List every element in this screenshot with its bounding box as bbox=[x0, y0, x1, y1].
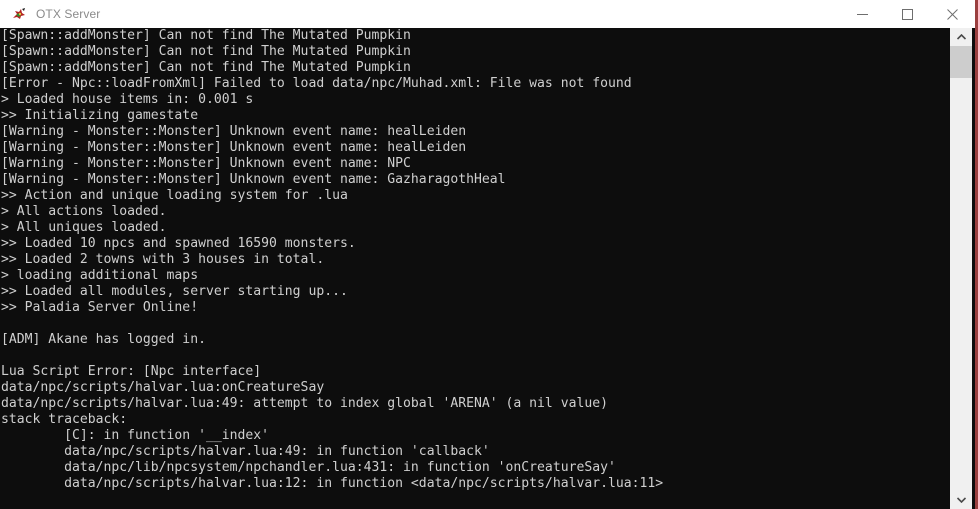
window-title: OTX Server bbox=[36, 7, 101, 21]
scroll-down-button[interactable] bbox=[950, 491, 972, 509]
console-line: >> Loaded 10 npcs and spawned 16590 mons… bbox=[1, 236, 356, 251]
console-line: [Spawn::addMonster] Can not find The Mut… bbox=[1, 60, 411, 75]
console-line: Lua Script Error: [Npc interface] bbox=[1, 364, 262, 379]
console-line: >> Paladia Server Online! bbox=[1, 300, 199, 315]
console-line: data/npc/scripts/halvar.lua:49: in funct… bbox=[1, 444, 490, 459]
console-line: data/npc/scripts/halvar.lua:12: in funct… bbox=[1, 476, 664, 491]
scroll-up-button[interactable] bbox=[950, 28, 972, 46]
console-line: >> Loaded 2 towns with 3 houses in total… bbox=[1, 252, 325, 267]
chevron-up-icon bbox=[956, 34, 966, 40]
console-line: stack traceback: bbox=[1, 412, 128, 427]
console-line: [Spawn::addMonster] Can not find The Mut… bbox=[1, 44, 411, 59]
otx-server-icon bbox=[11, 6, 27, 22]
console-line: > loading additional maps bbox=[1, 268, 199, 283]
console-line: [Error - Npc::loadFromXml] Failed to loa… bbox=[1, 76, 632, 91]
console-line: > All uniques loaded. bbox=[1, 220, 167, 235]
minimize-icon bbox=[857, 13, 868, 15]
console-line: [ADM] Akane has logged in. bbox=[1, 332, 206, 347]
close-button[interactable] bbox=[930, 0, 975, 28]
console-output[interactable]: [Spawn::addMonster] Can not find The Mut… bbox=[0, 28, 953, 509]
title-bar[interactable]: OTX Server bbox=[0, 0, 975, 28]
console-line: data/npc/scripts/halvar.lua:49: attempt … bbox=[1, 396, 608, 411]
console-line: >> Initializing gamestate bbox=[1, 108, 199, 123]
close-icon bbox=[947, 8, 958, 20]
console-line: [C]: in function '__index' bbox=[1, 428, 270, 443]
otx-server-window: OTX Server [Spawn::addMonster] Can not f… bbox=[0, 0, 978, 509]
console-line: data/npc/scripts/halvar.lua:onCreatureSa… bbox=[1, 380, 325, 395]
scroll-thumb[interactable] bbox=[950, 46, 972, 78]
console-line: [Warning - Monster::Monster] Unknown eve… bbox=[1, 172, 506, 187]
scroll-track[interactable] bbox=[950, 78, 972, 491]
chevron-down-icon bbox=[956, 497, 966, 503]
console-line: > All actions loaded. bbox=[1, 204, 167, 219]
window-controls bbox=[840, 0, 975, 28]
console-line: [Warning - Monster::Monster] Unknown eve… bbox=[1, 140, 467, 155]
console-scrollbar[interactable] bbox=[950, 28, 972, 509]
console-line: > Loaded house items in: 0.001 s bbox=[1, 92, 254, 107]
console-line: >> Action and unique loading system for … bbox=[1, 188, 348, 203]
console-line: [Warning - Monster::Monster] Unknown eve… bbox=[1, 124, 467, 139]
console-line: [Warning - Monster::Monster] Unknown eve… bbox=[1, 156, 411, 171]
console-line: data/npc/lib/npcsystem/npchandler.lua:43… bbox=[1, 460, 616, 475]
console-line: [Spawn::addMonster] Can not find The Mut… bbox=[1, 28, 411, 43]
maximize-button[interactable] bbox=[885, 0, 930, 28]
maximize-icon bbox=[902, 8, 913, 20]
console-line: >> Loaded all modules, server starting u… bbox=[1, 284, 348, 299]
minimize-button[interactable] bbox=[840, 0, 885, 28]
